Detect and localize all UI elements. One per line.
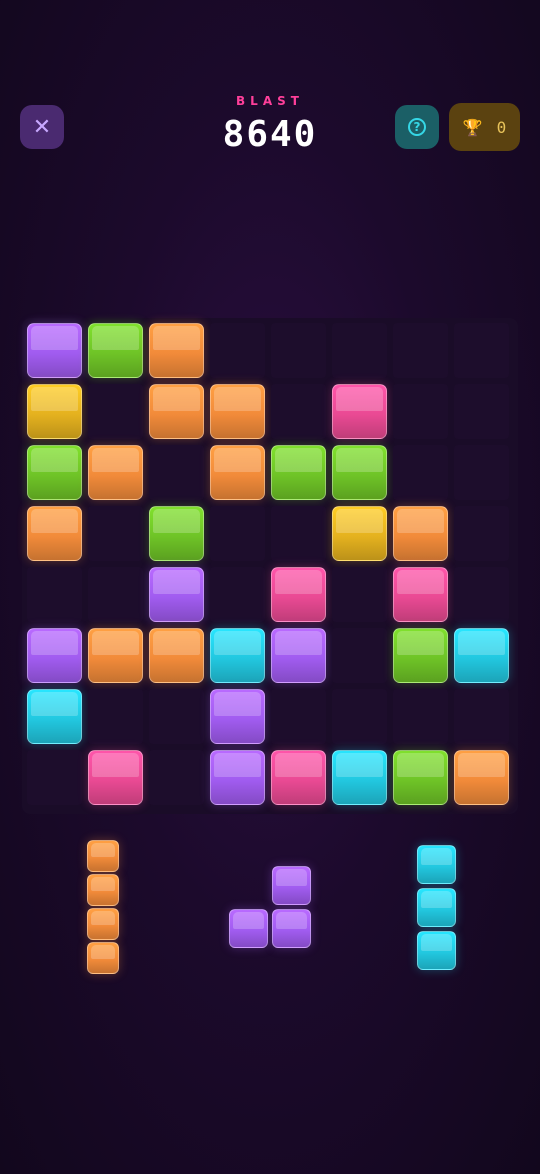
block-green [332,445,387,500]
board-cell[interactable] [271,689,326,744]
block-cyan [210,628,265,683]
block-purple [27,628,82,683]
block-orange [149,628,204,683]
block-pink [332,384,387,439]
block-green [393,750,448,805]
board-cell[interactable] [149,445,204,500]
board-cell[interactable] [88,506,143,561]
block-orange [149,384,204,439]
block-orange [149,323,204,378]
block-orange [88,445,143,500]
block-orange [393,506,448,561]
board-cell[interactable] [454,323,509,378]
board-cell[interactable] [332,567,387,622]
block-orange [27,506,82,561]
block-orange [210,445,265,500]
trophy-icon: 🏆 [462,117,483,137]
piece-block-cyan [417,931,456,970]
board-cell[interactable] [393,384,448,439]
board-cell[interactable] [149,750,204,805]
block-cyan [454,628,509,683]
block-purple [27,323,82,378]
block-cyan [27,689,82,744]
board-cell[interactable] [210,567,265,622]
piece-block-cyan [417,888,456,927]
board-cell[interactable] [271,323,326,378]
piece-block-orange [87,942,119,974]
block-green [27,445,82,500]
block-yellow [332,506,387,561]
block-green [393,628,448,683]
piece-block-orange [87,874,119,906]
board-cell[interactable] [149,689,204,744]
block-purple [210,750,265,805]
block-pink [271,750,326,805]
block-green [88,323,143,378]
board-cell[interactable] [271,384,326,439]
block-cyan [332,750,387,805]
board-cell[interactable] [271,506,326,561]
board-cell[interactable] [88,689,143,744]
board-cell[interactable] [27,567,82,622]
board-cell[interactable] [393,689,448,744]
board-cell[interactable] [393,445,448,500]
board-cell[interactable] [393,323,448,378]
piece-block-orange [87,908,119,940]
board-cell[interactable] [210,323,265,378]
piece-block-purple [272,866,311,905]
block-orange [88,628,143,683]
board-cell[interactable] [454,506,509,561]
board-cell[interactable] [454,445,509,500]
piece-block-cyan [417,845,456,884]
board-cell[interactable] [88,384,143,439]
block-green [149,506,204,561]
board-cell[interactable] [88,567,143,622]
block-pink [88,750,143,805]
help-icon: ? [408,118,426,136]
block-pink [271,567,326,622]
block-purple [271,628,326,683]
board-cell[interactable] [332,689,387,744]
trophy-button[interactable]: 🏆 0 [449,103,520,151]
piece-block-orange [87,840,119,872]
block-purple [210,689,265,744]
block-green [271,445,326,500]
piece-block-purple [272,909,311,948]
piece-block-purple [229,909,268,948]
block-purple [149,567,204,622]
board-cell[interactable] [454,689,509,744]
trophy-count: 0 [496,117,507,137]
block-orange [210,384,265,439]
board-cell[interactable] [27,750,82,805]
board-cell[interactable] [454,384,509,439]
board-cell[interactable] [454,567,509,622]
game-board[interactable] [22,318,518,814]
board-cell[interactable] [332,323,387,378]
block-pink [393,567,448,622]
help-button[interactable]: ? [395,105,439,149]
board-cell[interactable] [210,506,265,561]
block-yellow [27,384,82,439]
board-cell[interactable] [332,628,387,683]
block-orange [454,750,509,805]
